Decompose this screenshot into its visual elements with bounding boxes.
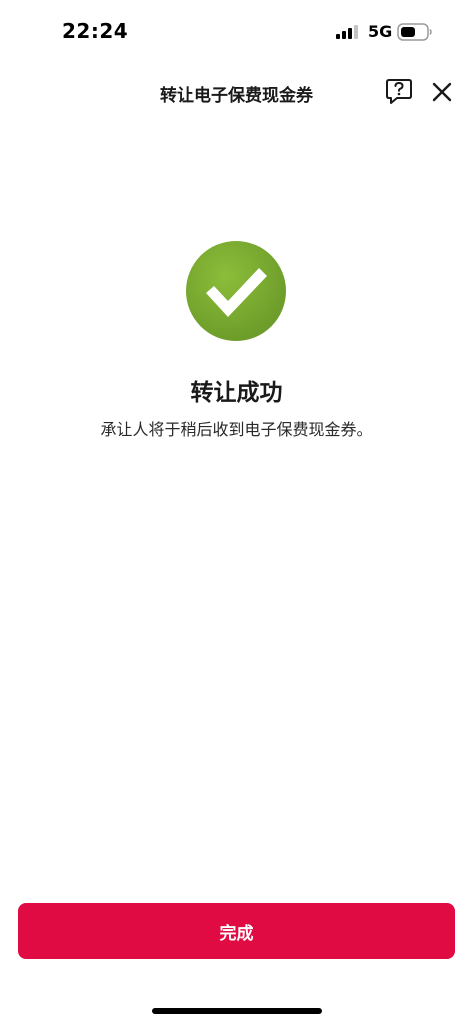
help-question-icon[interactable] bbox=[386, 78, 412, 106]
status-bar: 22:24 5G bbox=[0, 0, 473, 64]
success-message: 承让人将于稍后收到电子保费现金券。 bbox=[100, 420, 373, 439]
status-time: 22:24 bbox=[62, 19, 129, 43]
close-icon[interactable] bbox=[430, 80, 454, 104]
home-indicator[interactable] bbox=[152, 1008, 322, 1014]
network-type-label: 5G bbox=[368, 22, 393, 41]
cellular-signal-icon bbox=[336, 25, 358, 39]
success-check-icon bbox=[186, 241, 286, 341]
header: 转让电子保费现金券 bbox=[0, 70, 473, 114]
battery-icon bbox=[397, 23, 432, 41]
success-title: 转让成功 bbox=[190, 380, 283, 406]
done-button[interactable]: 完成 bbox=[18, 903, 455, 959]
